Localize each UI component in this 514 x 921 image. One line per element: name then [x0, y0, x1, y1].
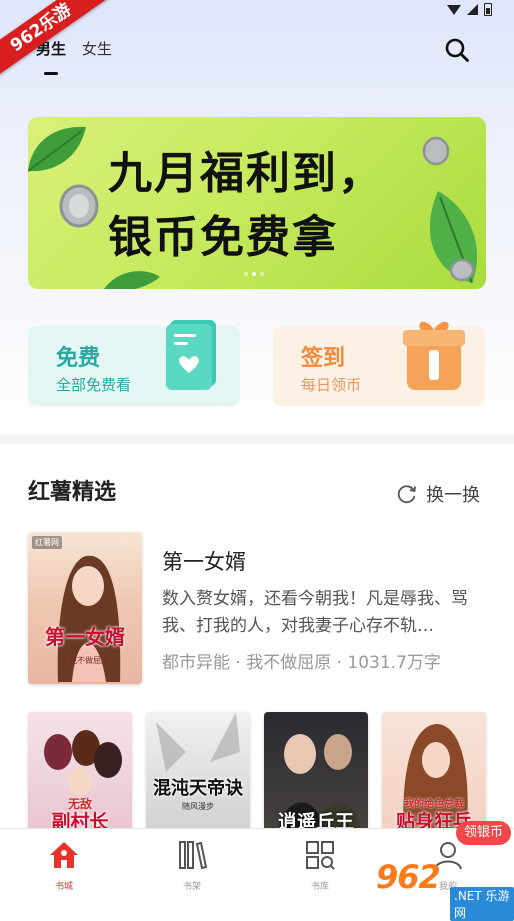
nav-bookshelf[interactable]: 书架 — [162, 839, 222, 892]
sign-in-card-title: 签到 — [301, 346, 346, 371]
free-card[interactable]: 免费 全部免费看 — [28, 320, 240, 406]
refresh-label: 换一换 — [426, 485, 480, 506]
status-bar — [447, 3, 492, 16]
nav-library[interactable]: 书库 — [290, 839, 350, 892]
leaf-decoration — [28, 126, 86, 172]
library-icon — [306, 841, 335, 870]
sign-in-card[interactable]: 签到 每日领币 — [273, 321, 485, 406]
carousel-dot — [260, 272, 264, 276]
carousel-dot — [252, 272, 256, 276]
cover-author: 随风漫步 — [182, 802, 214, 811]
nav-library-label: 书库 — [310, 882, 329, 892]
bottom-watermark-logo: 962 — [376, 858, 441, 896]
claim-coins-button[interactable]: 领银币 — [456, 821, 512, 845]
book-cover[interactable]: 无敌 副村长 — [28, 712, 132, 840]
carousel-dots — [244, 272, 264, 276]
book-heart-icon — [166, 320, 216, 390]
section-title: 红薯精选 — [28, 480, 117, 505]
free-card-subtitle: 全部免费看 — [56, 376, 132, 394]
section-divider — [0, 434, 514, 444]
battery-icon — [484, 3, 492, 16]
nav-bookstore-label: 书城 — [54, 882, 73, 892]
featured-book-description: 数入赘女婿，还看今朝我！凡是辱我、骂我、打我的人，对我妻子心存不轨… — [162, 589, 468, 636]
banner-headline-2: 银币免费拿 — [108, 212, 338, 263]
featured-cover-author: 之我不做屈原 — [61, 656, 109, 665]
nav-bookshelf-label: 书架 — [182, 882, 201, 892]
home-icon — [50, 842, 78, 868]
cover-publisher: 红薯网 — [32, 536, 62, 549]
tab-female[interactable]: 女生 — [82, 38, 112, 59]
tab-female-label: 女生 — [82, 40, 113, 58]
featured-book-meta: 都市异能 · 我不做屈原 · 1031.7万字 — [162, 653, 441, 673]
cover-title: 混沌天帝诀 — [153, 778, 243, 799]
free-card-title: 免费 — [56, 346, 101, 371]
banner-headline-1: 九月福利到， — [108, 148, 384, 199]
search-icon — [445, 38, 469, 62]
coin-icon — [449, 258, 475, 282]
wifi-icon — [447, 4, 461, 15]
sign-in-card-subtitle: 每日领币 — [301, 376, 362, 394]
coin-icon — [59, 184, 99, 228]
leaf-decoration — [104, 271, 160, 289]
coin-icon — [422, 136, 450, 166]
gift-icon — [403, 321, 465, 390]
carousel-dot — [244, 272, 248, 276]
bookshelf-icon — [179, 841, 208, 870]
search-button[interactable] — [444, 37, 470, 63]
refresh-icon — [397, 485, 416, 504]
promo-banner[interactable]: 九月福利到， 银币免费拿 — [28, 117, 486, 289]
nav-bookstore[interactable]: 书城 — [34, 839, 94, 892]
featured-book-title[interactable]: 第一女婿 — [162, 546, 246, 576]
featured-cover-title: 第一女婿 — [45, 625, 125, 649]
featured-book-cover[interactable]: 红薯网 第一女婿 之我不做屈原 — [28, 532, 142, 684]
book-cover[interactable]: 混沌天帝诀 随风漫步 — [146, 712, 250, 840]
signal-icon — [467, 4, 478, 15]
tab-active-indicator — [44, 72, 58, 75]
refresh-button[interactable]: 换一换 — [396, 481, 480, 507]
gender-tabs: 男生 女生 — [36, 38, 112, 75]
bottom-watermark-text: .NET 乐游网 — [450, 887, 514, 921]
book-cover[interactable]: 逍遥丘王 — [264, 712, 368, 840]
